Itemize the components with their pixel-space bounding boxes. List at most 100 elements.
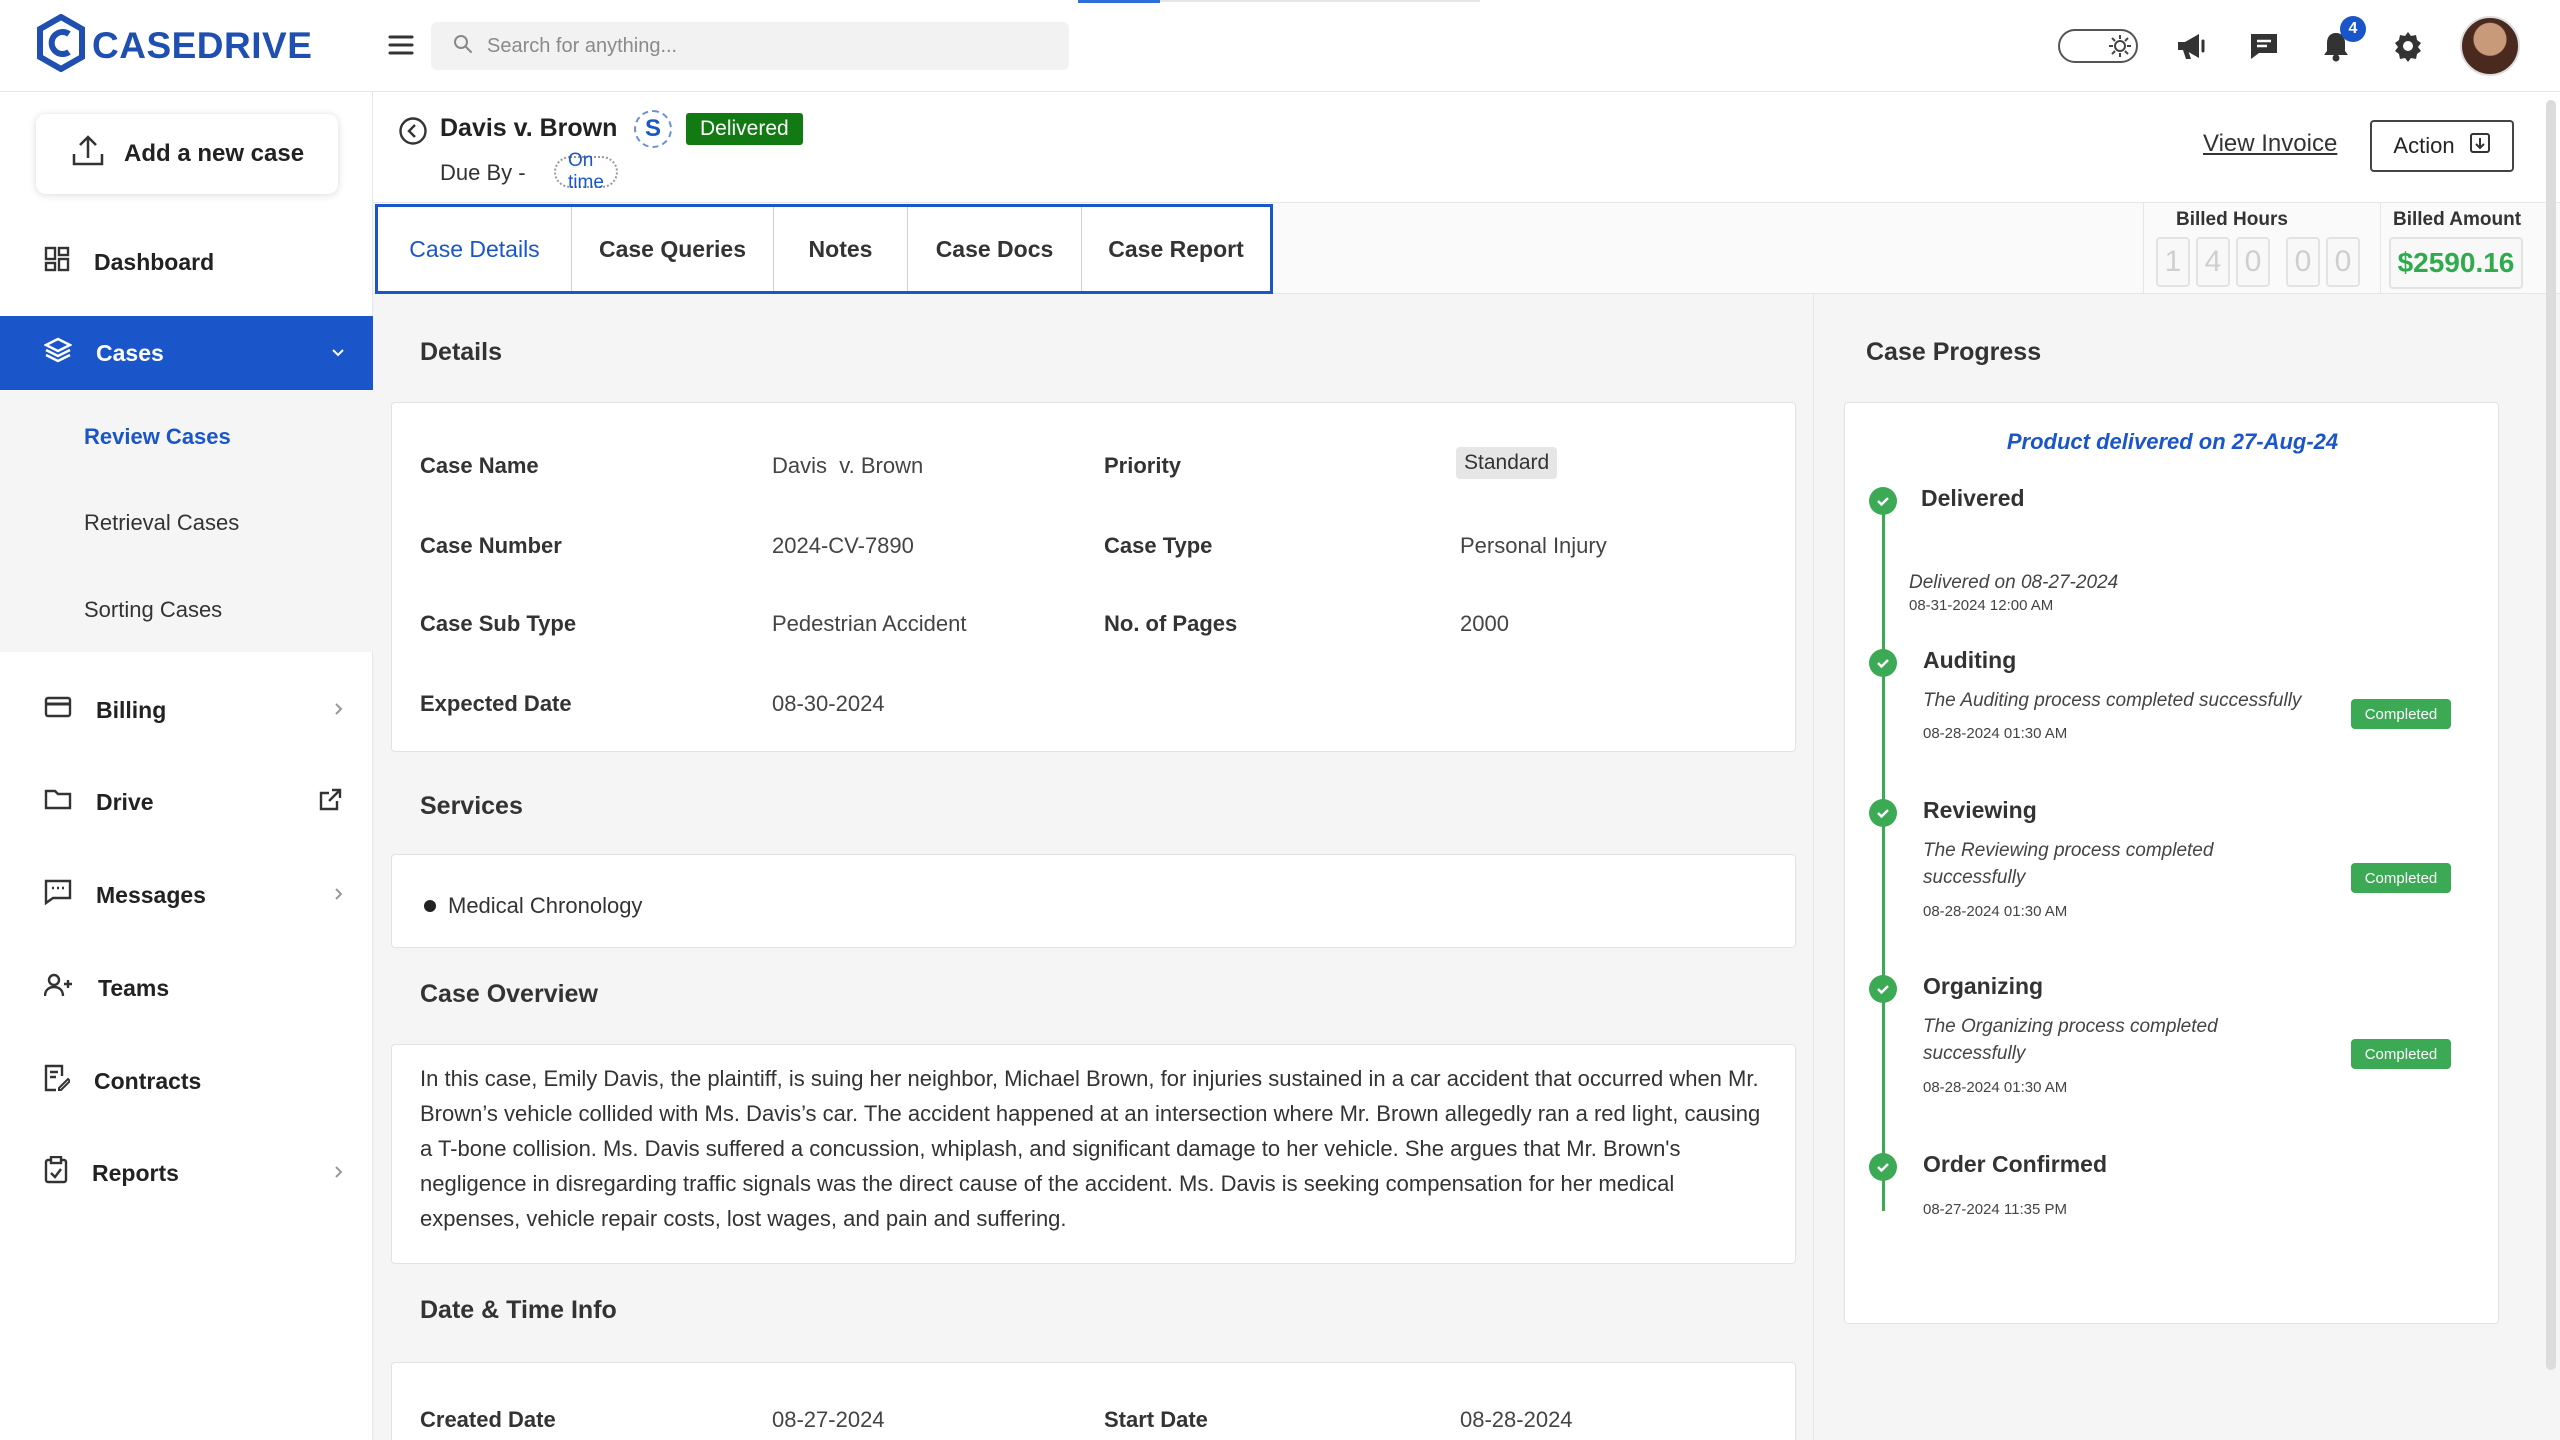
hamburger-icon[interactable] (386, 30, 416, 60)
check-circle-icon (1869, 975, 1897, 1003)
cases-submenu: Review Cases Retrieval Cases Sorting Cas… (0, 390, 373, 652)
casedrive-logo-icon (36, 13, 86, 77)
hours-digit: 0 (2326, 237, 2360, 287)
chat-icon[interactable] (2244, 26, 2284, 66)
add-case-button[interactable]: Add a new case (36, 114, 338, 194)
submenu-review-cases[interactable]: Review Cases (84, 424, 231, 450)
case-number-label: Case Number (420, 533, 562, 558)
view-invoice-link[interactable]: View Invoice (2203, 130, 2337, 158)
case-name-label: Case Name (420, 453, 539, 478)
back-arrow-icon[interactable] (398, 116, 428, 151)
pages-label: No. of Pages (1104, 611, 1238, 636)
sidebar-item-label: Reports (92, 1159, 179, 1186)
services-card: Medical Chronology (391, 854, 1796, 948)
overview-text: In this case, Emily Davis, the plaintiff… (420, 1066, 1761, 1231)
hours-digit: 0 (2236, 237, 2270, 287)
case-sub-type-value: Pedestrian Accident (772, 611, 967, 636)
sidebar-item-drive[interactable]: Drive (0, 765, 373, 839)
status-badge: Delivered (686, 113, 803, 145)
step-desc: The Auditing process completed successfu… (1923, 690, 2302, 711)
users-icon (43, 972, 74, 1004)
created-date-label: Created Date (420, 1407, 556, 1432)
search-bar[interactable] (431, 22, 1069, 70)
check-circle-icon (1869, 799, 1897, 827)
step-time: 08-31-2024 12:00 AM (1909, 597, 2054, 614)
hours-digit: 0 (2286, 237, 2320, 287)
tab-case-docs[interactable]: Case Docs (908, 207, 1082, 291)
check-circle-icon (1869, 487, 1897, 515)
chevron-right-icon (329, 882, 347, 909)
expected-date-value: 08-30-2024 (772, 691, 885, 716)
search-icon (453, 34, 473, 59)
service-name: Medical Chronology (448, 893, 643, 918)
step-name: Auditing (1923, 647, 2017, 673)
sidebar-item-teams[interactable]: Teams (0, 951, 373, 1025)
services-title: Services (420, 792, 523, 820)
billed-amount-value: $2590.16 (2389, 237, 2523, 289)
chevron-right-icon (329, 697, 347, 724)
sidebar-item-cases[interactable]: Cases (0, 316, 373, 390)
overview-card: In this case, Emily Davis, the plaintiff… (391, 1044, 1796, 1264)
page-load-progress (1078, 0, 1160, 3)
expected-date-label: Expected Date (420, 691, 572, 716)
progress-card: Product delivered on 27-Aug-24 Delivered… (1844, 402, 2499, 1324)
tab-case-report[interactable]: Case Report (1082, 207, 1270, 291)
tab-case-details[interactable]: Case Details (378, 207, 572, 291)
megaphone-icon[interactable] (2172, 26, 2212, 66)
due-by-label: Due By - (440, 160, 526, 185)
due-status-badge: On time (554, 150, 618, 193)
tab-case-queries[interactable]: Case Queries (572, 207, 774, 291)
invoice-icon (2469, 132, 2491, 160)
submenu-retrieval-cases[interactable]: Retrieval Cases (84, 510, 239, 536)
delivered-note: Product delivered on 27-Aug-24 (2006, 429, 2339, 454)
card-icon (44, 695, 72, 725)
scrollbar-thumb[interactable] (2546, 100, 2556, 1370)
theme-toggle[interactable] (2058, 29, 2138, 63)
user-avatar[interactable] (2460, 16, 2520, 76)
sidebar-item-reports[interactable]: Reports (0, 1136, 373, 1210)
sidebar-item-label: Teams (98, 974, 170, 1001)
check-circle-icon (1869, 649, 1897, 677)
search-input[interactable] (487, 34, 1047, 58)
hours-digit: 4 (2196, 237, 2230, 287)
tab-notes[interactable]: Notes (774, 207, 908, 291)
created-date-value: 08-27-2024 (772, 1407, 885, 1432)
sidebar-item-billing[interactable]: Billing (0, 673, 373, 747)
chevron-down-icon (329, 340, 347, 367)
case-number-value: 2024-CV-7890 (772, 533, 914, 558)
sidebar-item-label: Billing (96, 696, 167, 723)
step-desc: Delivered on 08-27-2024 (1909, 572, 2119, 593)
page-scrollbar[interactable] (2546, 100, 2556, 1370)
billed-amount-label: Billed Amount (2393, 209, 2522, 230)
gear-icon[interactable] (2388, 26, 2428, 66)
sidebar-item-contracts[interactable]: Contracts (0, 1044, 373, 1118)
sun-icon (2108, 34, 2132, 58)
step-desc: The Reviewing process completed successf… (1923, 840, 2214, 888)
billed-hours-label: Billed Hours (2176, 209, 2288, 230)
action-button[interactable]: Action (2370, 120, 2514, 172)
priority-label: Priority (1104, 453, 1182, 478)
bell-icon[interactable]: 4 (2316, 16, 2366, 66)
sidebar-item-messages[interactable]: Messages (0, 858, 373, 932)
submenu-sorting-cases[interactable]: Sorting Cases (84, 597, 222, 623)
app-logo[interactable]: CASEDRIVE (36, 13, 312, 77)
sidebar-item-label: Dashboard (94, 248, 215, 275)
case-name-value: Davis v. Brown (772, 453, 924, 478)
hours-digit: 1 (2156, 237, 2190, 287)
step-time: 08-28-2024 01:30 AM (1923, 725, 2068, 742)
case-tabs: Case Details Case Queries Notes Case Doc… (375, 204, 1273, 294)
layers-icon (43, 336, 73, 370)
timeline-line (1882, 511, 1885, 1211)
message-icon (44, 879, 72, 911)
external-link-icon[interactable] (317, 787, 343, 819)
top-bar: CASEDRIVE 4 (0, 0, 2560, 92)
notification-badge: 4 (2340, 16, 2366, 42)
sidebar-item-label: Messages (96, 881, 206, 908)
overview-title: Case Overview (420, 980, 598, 1008)
step-name: Organizing (1923, 973, 2044, 999)
sidebar-item-dashboard[interactable]: Dashboard (0, 225, 373, 299)
datetime-card: Created Date 08-27-2024 Start Date 08-28… (391, 1362, 1796, 1440)
service-badge: S (634, 110, 672, 148)
details-title: Details (420, 338, 502, 366)
add-case-label: Add a new case (124, 140, 305, 167)
